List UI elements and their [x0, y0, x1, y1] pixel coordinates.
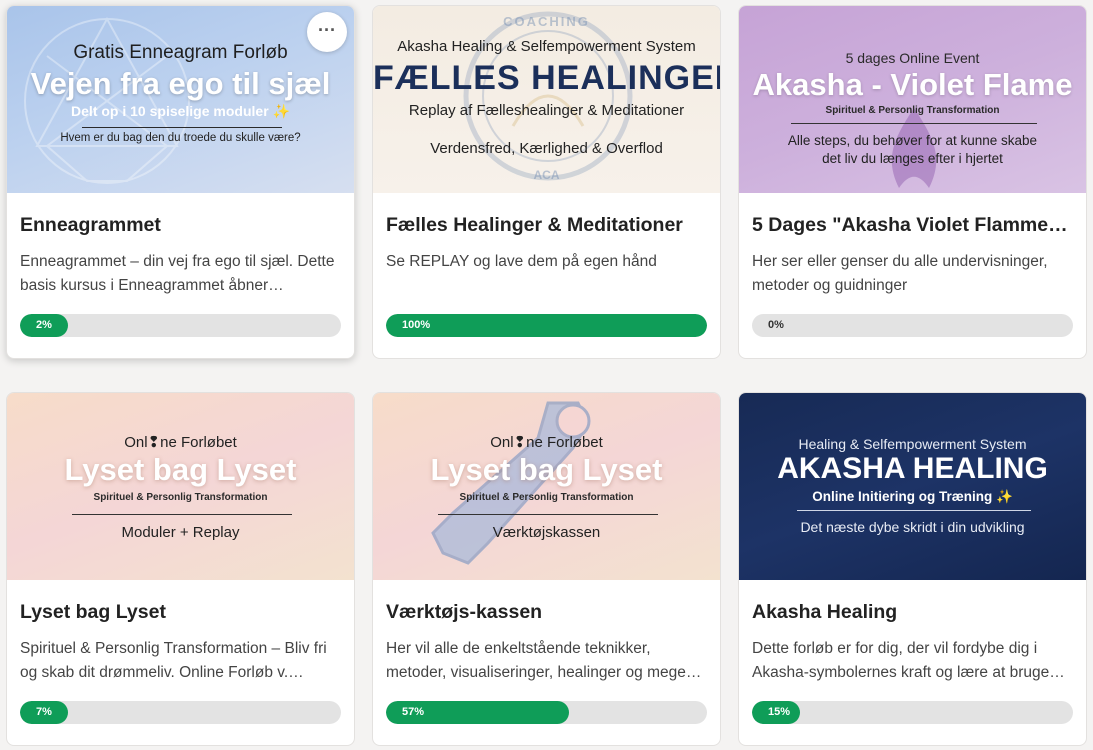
progress-label: 100%	[402, 319, 431, 331]
thumb-line4: Værktøjskassen	[492, 524, 601, 541]
thumb-line3: Delt op i 10 spiselige moduler ✨	[71, 103, 290, 119]
course-card-faelles-healinger[interactable]: COACHING ACA Akasha Healing & Selfempowe…	[372, 5, 721, 359]
thumb-headline: Akasha - Violet Flame	[752, 67, 1073, 102]
course-grid: Gratis Enneagram Forløb Vejen fra ego ti…	[0, 0, 1093, 750]
progress-label: 57%	[402, 706, 425, 718]
more-options-button[interactable]: ···	[307, 12, 347, 52]
course-title[interactable]: Akasha Healing	[752, 601, 1073, 624]
thumb-line3: Spirituel & Personlig Transformation	[459, 492, 634, 503]
progress-bar: 57%	[386, 701, 707, 724]
progress-bar: 15%	[752, 701, 1073, 724]
thumb-line1: Onl❢ne Forløbet	[124, 434, 237, 451]
course-description: Dette forløb er for dig, der vil fordybe…	[752, 640, 1065, 681]
thumb-line1: Gratis Enneagram Forløb	[73, 42, 288, 63]
course-description: Spirituel & Personlig Transformation – B…	[20, 640, 327, 681]
progress-bar: 100%	[386, 314, 707, 337]
course-thumbnail[interactable]: 5 dages Online Event Akasha - Violet Fla…	[739, 6, 1086, 193]
course-thumbnail[interactable]: Onl❢ne Forløbet Lyset bag Lyset Spiritue…	[7, 393, 354, 580]
thumb-line1: Healing & Selfempowerment System	[798, 436, 1027, 452]
course-thumbnail[interactable]: Onl❢ne Forløbet Lyset bag Lyset Spiritue…	[373, 393, 720, 580]
thumb-headline: Lyset bag Lyset	[64, 452, 297, 487]
thumb-line3: Spirituel & Personlig Transformation	[93, 492, 268, 503]
course-card-lyset-bag-lyset[interactable]: Onl❢ne Forløbet Lyset bag Lyset Spiritue…	[6, 392, 355, 746]
thumb-divider	[82, 127, 282, 128]
thumb-line4: Alle steps, du behøver for at kunne skab…	[787, 133, 1038, 148]
course-description: Her ser eller genser du alle undervisnin…	[752, 253, 1048, 294]
thumb-divider	[72, 514, 292, 515]
progress-label: 15%	[768, 706, 791, 718]
more-horizontal-icon: ···	[318, 20, 336, 40]
thumb-line4: Hvem er du bag den du troede du skulle v…	[60, 132, 301, 144]
course-title[interactable]: Lyset bag Lyset	[20, 601, 341, 624]
thumb-headline: FÆLLES HEALINGER	[373, 59, 720, 97]
course-title[interactable]: Fælles Healinger & Meditationer	[386, 214, 707, 237]
progress-bar: 2%	[20, 314, 341, 337]
thumb-line4: Moduler + Replay	[121, 524, 240, 541]
course-thumbnail[interactable]: Gratis Enneagram Forløb Vejen fra ego ti…	[7, 6, 354, 193]
progress-bar: 0%	[752, 314, 1073, 337]
course-description: Her vil alle de enkeltstående teknikker,…	[386, 640, 702, 681]
course-title[interactable]: Enneagrammet	[20, 214, 341, 237]
thumb-line3: Spirituel & Personlig Transformation	[825, 105, 1000, 116]
thumb-line5: det liv du længes efter i hjertet	[822, 151, 1003, 166]
thumb-line4: Det næste dybe skridt i din udvikling	[800, 519, 1025, 535]
thumb-line3: Online Initiering og Træning ✨	[812, 489, 1013, 504]
course-title[interactable]: Værktøjs-kassen	[386, 601, 707, 624]
thumb-divider	[797, 510, 1031, 511]
thumb-headline: AKASHA HEALING	[777, 452, 1048, 485]
thumb-line1: 5 dages Online Event	[845, 50, 980, 66]
progress-label: 2%	[36, 319, 52, 331]
thumb-divider	[438, 514, 658, 515]
logo-text-bottom: ACA	[533, 168, 560, 182]
course-thumbnail[interactable]: COACHING ACA Akasha Healing & Selfempowe…	[373, 6, 720, 193]
thumb-line1: Akasha Healing & Selfempowerment System	[397, 38, 696, 55]
course-thumbnail[interactable]: Healing & Selfempowerment System AKASHA …	[739, 393, 1086, 580]
progress-bar: 7%	[20, 701, 341, 724]
thumb-headline: Vejen fra ego til sjæl	[30, 66, 331, 101]
logo-text-top: COACHING	[503, 14, 590, 29]
violet-flame-icon	[891, 108, 937, 188]
course-title[interactable]: 5 Dages "Akasha Violet Flamme Event"	[752, 214, 1073, 237]
progress-label: 0%	[768, 319, 784, 331]
thumb-line4: Verdensfred, Kærlighed & Overflod	[430, 140, 663, 157]
coaching-logo-icon	[463, 11, 633, 181]
course-description: Se REPLAY og lave dem på egen hånd	[386, 253, 657, 270]
course-card-enneagrammet[interactable]: Gratis Enneagram Forløb Vejen fra ego ti…	[6, 5, 355, 359]
course-card-violet-flame[interactable]: 5 dages Online Event Akasha - Violet Fla…	[738, 5, 1087, 359]
thumb-line3: Replay af Fælleshealinger & Meditationer	[408, 102, 685, 119]
thumb-divider	[791, 123, 1037, 124]
course-card-akasha-healing[interactable]: Healing & Selfempowerment System AKASHA …	[738, 392, 1087, 746]
course-description: Enneagrammet – din vej fra ego til sjæl.…	[20, 253, 335, 294]
thumb-line1: Onl❢ne Forløbet	[490, 434, 603, 451]
progress-fill	[386, 314, 707, 337]
thumb-headline: Lyset bag Lyset	[430, 452, 663, 487]
progress-label: 7%	[36, 706, 52, 718]
course-card-vaerktoejskassen[interactable]: Onl❢ne Forløbet Lyset bag Lyset Spiritue…	[372, 392, 721, 746]
